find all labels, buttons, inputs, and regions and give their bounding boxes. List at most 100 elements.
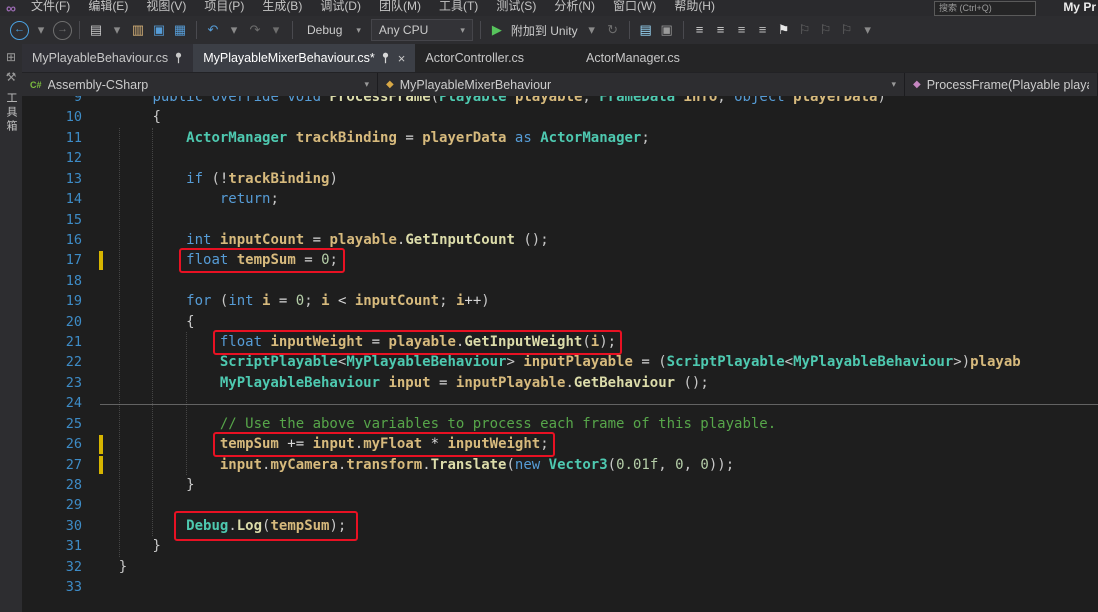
bookmark-button[interactable]: ⚑ — [775, 20, 793, 40]
indent-increase-button[interactable]: ≡ — [712, 20, 730, 40]
menu-item-9[interactable]: 分析(N) — [545, 0, 604, 15]
menu-item-5[interactable]: 调试(D) — [311, 0, 370, 15]
project-dropdown[interactable]: C# Assembly-CSharp ▾ — [22, 73, 378, 96]
code-line-17[interactable]: 17 float tempSum = 0; — [22, 250, 1098, 270]
code-text: { — [186, 313, 195, 330]
attach-to-unity-button-label: 附加到 Unity — [510, 23, 578, 38]
menu-item-0[interactable]: 文件(F) — [22, 0, 79, 15]
code-line-14[interactable]: 14 return; — [22, 189, 1098, 209]
redo-dropdown[interactable]: ▾ — [267, 20, 285, 40]
code-text: ScriptPlayable<MyPlayableBehaviour> inpu… — [219, 354, 1021, 371]
code-line-11[interactable]: 11 ActorManager trackBinding = playerDat… — [22, 128, 1098, 148]
undo-dropdown[interactable]: ▾ — [225, 20, 243, 40]
toolbar-separator — [479, 21, 481, 39]
platform-combo[interactable]: Any CPU ▾ — [370, 19, 473, 41]
menu-item-7[interactable]: 工具(T) — [430, 0, 487, 15]
code-line-25[interactable]: 25 // Use the above variables to process… — [22, 414, 1098, 434]
code-text: // Use the above variables to process ea… — [219, 415, 777, 432]
code-line-9[interactable]: 9 public override void ProcessFrame(Play… — [22, 96, 1098, 107]
tab-actorcontroller[interactable]: ActorController.cs — [415, 44, 534, 72]
menu-item-4[interactable]: 生成(B) — [253, 0, 311, 15]
menu-item-8[interactable]: 测试(S) — [487, 0, 545, 15]
new-file-dropdown[interactable]: ▾ — [108, 20, 126, 40]
hot-reload-button[interactable]: ↻ — [604, 20, 622, 40]
chevron-down-icon: ▾ — [460, 24, 465, 35]
close-icon[interactable]: × — [398, 51, 406, 66]
type-dropdown[interactable]: ◆ MyPlayableMixerBehaviour ▾ — [378, 73, 905, 96]
search-input[interactable]: 搜索 (Ctrl+Q) — [934, 1, 1036, 16]
new-file-button[interactable]: ▤ — [87, 20, 105, 40]
class-icon: ◆ — [386, 79, 394, 90]
open-file-button[interactable]: ▥ — [129, 20, 147, 40]
pin-icon[interactable] — [381, 52, 390, 64]
save-button[interactable]: ▣ — [150, 20, 168, 40]
member-dropdown[interactable]: ◆ ProcessFrame(Playable playab — [905, 73, 1098, 96]
comment-button[interactable]: ≡ — [733, 20, 751, 40]
code-line-28[interactable]: 28 } — [22, 475, 1098, 495]
next-bookmark-button[interactable]: ⚐ — [817, 20, 835, 40]
code-editor[interactable]: 9 public override void ProcessFrame(Play… — [22, 96, 1098, 612]
line-number: 20 — [65, 313, 82, 330]
code-line-26[interactable]: 26 tempSum += input.myFloat * inputWeigh… — [22, 434, 1098, 454]
left-tool-strip: ⊞ ⚒ 工具箱 — [0, 44, 22, 612]
code-line-20[interactable]: 20 { — [22, 312, 1098, 332]
tab-label: ActorController.cs — [425, 51, 525, 65]
attach-to-unity-button[interactable]: ▶ — [488, 20, 506, 40]
code-line-19[interactable]: 19 for (int i = 0; i < inputCount; i++) — [22, 291, 1098, 311]
nav-forward-button[interactable]: → — [53, 20, 72, 40]
toolbar-overflow-button[interactable]: ▾ — [859, 20, 877, 40]
code-line-16[interactable]: 16 int inputCount = playable.GetInputCou… — [22, 230, 1098, 250]
prev-bookmark-button[interactable]: ⚐ — [796, 20, 814, 40]
undo-button[interactable]: ↶ — [204, 20, 222, 40]
console-window-button[interactable]: ▣ — [658, 20, 676, 40]
preview-button[interactable]: ▤ — [637, 20, 655, 40]
line-number: 15 — [65, 211, 82, 228]
menu-item-6[interactable]: 团队(M) — [370, 0, 430, 15]
code-line-30[interactable]: 30 Debug.Log(tempSum); — [22, 516, 1098, 536]
pin-icon[interactable] — [174, 52, 183, 64]
code-text: public override void ProcessFrame(Playab… — [152, 96, 886, 105]
code-text: } — [152, 538, 161, 555]
toolbox-icon[interactable]: ⊞ — [0, 50, 22, 64]
code-line-15[interactable]: 15 — [22, 210, 1098, 230]
menu-item-3[interactable]: 项目(P) — [195, 0, 253, 15]
tab-actormanager[interactable]: ActorManager.cs — [576, 44, 690, 72]
nav-back-button[interactable]: ← — [10, 20, 29, 40]
clear-bookmarks-button[interactable]: ⚐ — [838, 20, 856, 40]
code-text: Debug.Log(tempSum); — [186, 517, 347, 534]
menu-item-1[interactable]: 编辑(E) — [79, 0, 137, 15]
indent-decrease-button[interactable]: ≡ — [691, 20, 709, 40]
line-number: 18 — [65, 272, 82, 289]
code-line-13[interactable]: 13 if (!trackBinding) — [22, 169, 1098, 189]
code-line-18[interactable]: 18 — [22, 271, 1098, 291]
toolbox-vertical-tab[interactable]: 工具箱 — [3, 92, 19, 134]
code-line-12[interactable]: 12 — [22, 148, 1098, 168]
code-line-31[interactable]: 31 } — [22, 536, 1098, 556]
code-line-27[interactable]: 27 input.myCamera.transform.Translate(ne… — [22, 455, 1098, 475]
code-line-29[interactable]: 29 — [22, 495, 1098, 515]
nav-back-dropdown[interactable]: ▾ — [32, 20, 50, 40]
code-line-33[interactable]: 33 — [22, 577, 1098, 597]
configuration-combo[interactable]: Debug ▾ — [300, 20, 368, 40]
tab-myplayablebehaviour[interactable]: MyPlayableBehaviour.cs — [22, 44, 194, 72]
code-line-23[interactable]: 23 MyPlayableBehaviour input = inputPlay… — [22, 373, 1098, 393]
server-explorer-icon[interactable]: ⚒ — [0, 70, 22, 84]
code-line-32[interactable]: 32 } — [22, 557, 1098, 577]
code-text: float tempSum = 0; — [186, 252, 338, 269]
code-lines: 9 public override void ProcessFrame(Play… — [22, 96, 1098, 598]
code-line-22[interactable]: 22 ScriptPlayable<MyPlayableBehaviour> i… — [22, 352, 1098, 372]
uncomment-button[interactable]: ≡ — [754, 20, 772, 40]
toolbar-separator — [292, 21, 293, 39]
menu-item-10[interactable]: 窗口(W) — [604, 0, 665, 15]
code-line-21[interactable]: 21 float inputWeight = playable.GetInput… — [22, 332, 1098, 352]
redo-button[interactable]: ↷ — [246, 20, 264, 40]
chevron-down-icon: ▾ — [891, 79, 896, 89]
code-text: int inputCount = playable.GetInputCount … — [186, 231, 549, 248]
menu-item-2[interactable]: 视图(V) — [137, 0, 195, 15]
menu-item-11[interactable]: 帮助(H) — [665, 0, 724, 15]
tab-myplayablemixerbehaviour[interactable]: MyPlayableMixerBehaviour.cs* × — [193, 44, 416, 72]
code-line-24[interactable]: 24 — [22, 393, 1098, 413]
save-all-button[interactable]: ▦ — [171, 20, 189, 40]
code-line-10[interactable]: 10 { — [22, 107, 1098, 127]
attach-to-unity-dropdown[interactable]: ▾ — [583, 20, 601, 40]
